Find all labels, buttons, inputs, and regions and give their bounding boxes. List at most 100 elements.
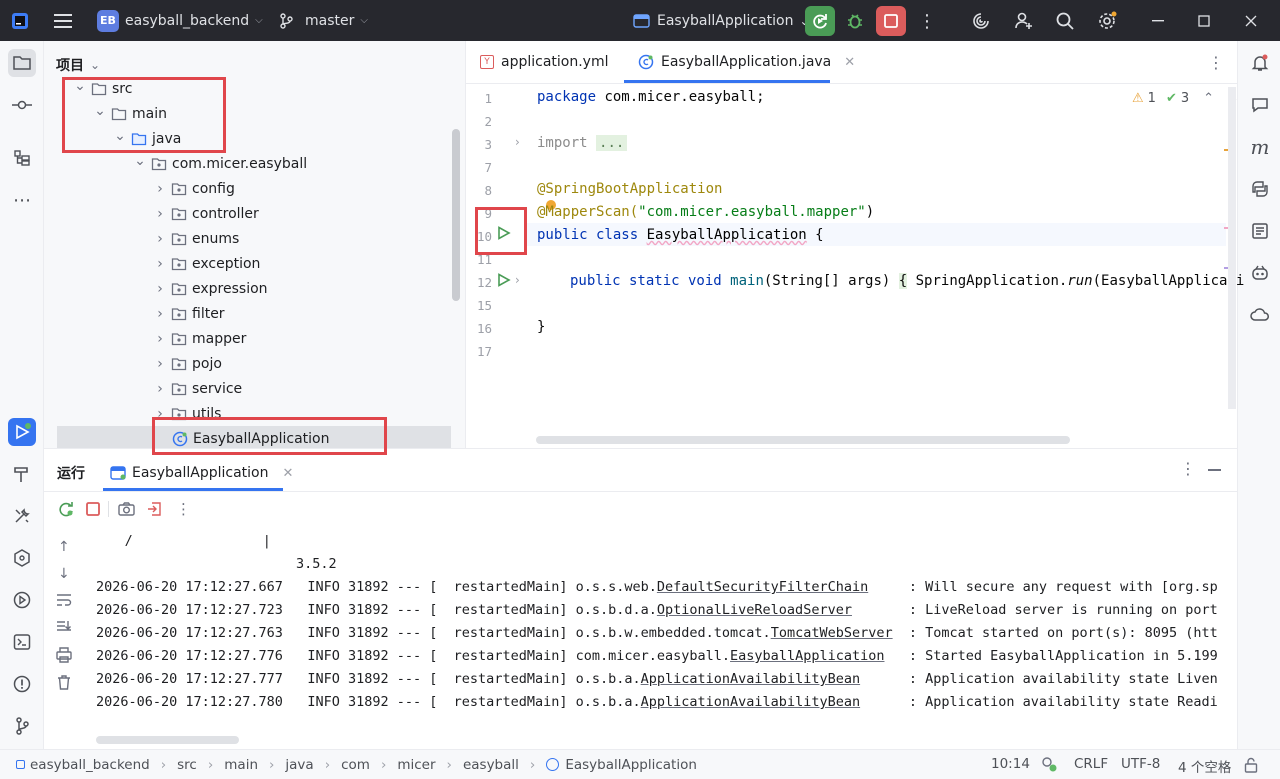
tree-item-controller[interactable]: › controller xyxy=(154,201,259,226)
fold-main-icon[interactable]: › xyxy=(515,273,520,287)
tree-item-com-micer-easyball[interactable]: ⌄ com.micer.easyball xyxy=(134,151,307,176)
problems-icon[interactable] xyxy=(8,670,36,698)
line-number[interactable]: 17 xyxy=(466,344,492,359)
ai-assistant-icon[interactable] xyxy=(966,6,996,36)
python-icon[interactable] xyxy=(1246,175,1274,203)
project-switcher[interactable]: EB easyball_backend ⌵ xyxy=(97,0,263,41)
app-logo-icon[interactable] xyxy=(8,6,32,36)
breadcrumb-item[interactable]: main xyxy=(224,757,258,773)
debug-button[interactable] xyxy=(840,6,870,36)
editor-vertical-scrollbar[interactable] xyxy=(1228,87,1236,409)
chevron-right-icon[interactable]: › xyxy=(154,206,166,222)
run-main-gutter-icon[interactable] xyxy=(497,273,511,287)
more-actions-icon[interactable]: ⋮ xyxy=(912,6,942,36)
database-icon[interactable] xyxy=(1246,217,1274,245)
folded-imports[interactable]: ... xyxy=(596,135,628,151)
commit-icon[interactable] xyxy=(8,91,36,119)
soft-wrap-icon[interactable] xyxy=(56,593,72,607)
rerun-button[interactable] xyxy=(805,6,835,36)
run-config-selector[interactable]: EasyballApplication ⌄ xyxy=(633,0,810,41)
stop-icon[interactable] xyxy=(86,502,100,516)
print-icon[interactable] xyxy=(56,647,72,663)
inspections-widget[interactable]: ⚠ 1 ✔ 3 ⌃ ⌄ xyxy=(1132,91,1239,106)
tree-item-service[interactable]: › service xyxy=(154,376,242,401)
chevron-right-icon[interactable]: › xyxy=(154,181,166,197)
tree-item-config[interactable]: › config xyxy=(154,176,235,201)
add-user-icon[interactable] xyxy=(1009,6,1039,36)
breadcrumb-item[interactable]: java xyxy=(285,757,313,773)
scroll-to-end-icon[interactable] xyxy=(56,620,72,634)
breadcrumb-item[interactable]: src xyxy=(177,757,197,773)
log-logger-class[interactable]: ApplicationAvailabilityBean xyxy=(641,694,860,710)
line-separator[interactable]: CRLF xyxy=(1074,756,1108,772)
run-tab-easyball-application[interactable]: EasyballApplication ✕ xyxy=(110,458,293,488)
chevron-right-icon[interactable]: › xyxy=(154,281,166,297)
maven-icon[interactable]: m xyxy=(1246,133,1274,161)
code-line-class-close[interactable]: } xyxy=(537,319,545,335)
search-icon[interactable] xyxy=(1050,6,1080,36)
chevron-right-icon[interactable]: › xyxy=(154,306,166,322)
chevron-down-icon[interactable]: ⌄ xyxy=(94,103,106,119)
more-tools-icon[interactable]: ⋯ xyxy=(8,186,36,214)
chevron-down-icon[interactable]: ⌄ xyxy=(134,153,146,169)
line-number[interactable]: 7 xyxy=(466,160,492,175)
breadcrumb-item[interactable]: EasyballApplication xyxy=(565,757,697,773)
line-number[interactable]: 1 xyxy=(466,91,492,106)
breadcrumb-item[interactable]: micer xyxy=(397,757,435,773)
line-number[interactable]: 15 xyxy=(466,298,492,313)
log-logger-class[interactable]: TomcatWebServer xyxy=(771,625,893,641)
line-number[interactable]: 12 xyxy=(466,275,492,290)
tree-item-exception[interactable]: › exception xyxy=(154,251,260,276)
tree-scrollbar[interactable] xyxy=(452,129,460,301)
rerun-icon[interactable] xyxy=(58,501,74,517)
line-number[interactable]: 9 xyxy=(466,206,492,221)
tree-item-utils[interactable]: › utils xyxy=(154,401,221,426)
caret-position[interactable]: 10:14 xyxy=(991,756,1030,772)
log-logger-class[interactable]: EasyballApplication xyxy=(730,648,884,664)
copilot-icon[interactable] xyxy=(1246,259,1274,287)
maximize-window-icon[interactable] xyxy=(1189,6,1219,36)
chevron-down-icon[interactable]: ⌄ xyxy=(114,128,126,144)
code-line-annotation-mapper[interactable]: @MapperScan("com.micer.easyball.mapper") xyxy=(537,204,874,220)
folded-body[interactable]: { xyxy=(898,273,908,289)
scroll-up-icon[interactable]: ↑ xyxy=(58,539,70,555)
chevron-down-icon[interactable]: ⌄ xyxy=(74,78,86,94)
hide-panel-icon[interactable] xyxy=(1208,469,1221,471)
breadcrumb-item[interactable]: com xyxy=(341,757,370,773)
ai-chat-icon[interactable] xyxy=(1246,91,1274,119)
code-line-main-method[interactable]: public static void main(String[] args) {… xyxy=(570,273,1244,289)
chevron-right-icon[interactable]: › xyxy=(154,356,166,372)
tree-item-src[interactable]: ⌄ src xyxy=(74,76,132,101)
close-tab-icon[interactable]: ✕ xyxy=(844,55,855,70)
notifications-bell-icon[interactable] xyxy=(1246,49,1274,77)
structure-icon[interactable] xyxy=(8,144,36,172)
chevron-right-icon[interactable]: › xyxy=(154,256,166,272)
run-class-gutter-icon[interactable] xyxy=(497,226,511,240)
log-logger-class[interactable]: OptionalLiveReloadServer xyxy=(657,602,852,618)
line-number[interactable]: 16 xyxy=(466,321,492,336)
read-only-lock-icon[interactable] xyxy=(1244,757,1258,773)
tab-easyball-application-java[interactable]: EasyballApplication.java ✕ xyxy=(638,41,855,83)
run-tool-icon[interactable] xyxy=(8,418,36,446)
services-play-icon[interactable] xyxy=(8,586,36,614)
code-line-annotation-spring[interactable]: @SpringBootApplication xyxy=(537,181,722,197)
chevron-right-icon[interactable]: › xyxy=(154,331,166,347)
clear-all-trash-icon[interactable] xyxy=(56,674,72,690)
breadcrumb-item[interactable]: easyball xyxy=(463,757,519,773)
terminal-icon[interactable] xyxy=(8,628,36,656)
settings-gear-icon[interactable] xyxy=(1092,6,1122,36)
tree-item-filter[interactable]: › filter xyxy=(154,301,224,326)
tree-item-java[interactable]: ⌄ java xyxy=(114,126,181,151)
camera-icon[interactable] xyxy=(118,501,135,517)
run-options-icon[interactable]: ⋮ xyxy=(1180,459,1196,478)
console-output[interactable]: / | 3.5.2 2026-06-20 17:12:27.667 INFO 3… xyxy=(84,529,1237,750)
dependencies-icon[interactable] xyxy=(8,544,36,572)
console-horizontal-scrollbar[interactable] xyxy=(96,736,239,744)
tree-item-pojo[interactable]: › pojo xyxy=(154,351,222,376)
close-window-icon[interactable] xyxy=(1236,6,1266,36)
breadcrumb-item[interactable]: easyball_backend xyxy=(30,757,150,773)
vcs-status-icon[interactable] xyxy=(1041,756,1057,772)
main-menu-icon[interactable] xyxy=(48,6,78,36)
tab-application-yml[interactable]: Y application.yml xyxy=(480,41,609,83)
chevron-right-icon[interactable]: › xyxy=(154,381,166,397)
